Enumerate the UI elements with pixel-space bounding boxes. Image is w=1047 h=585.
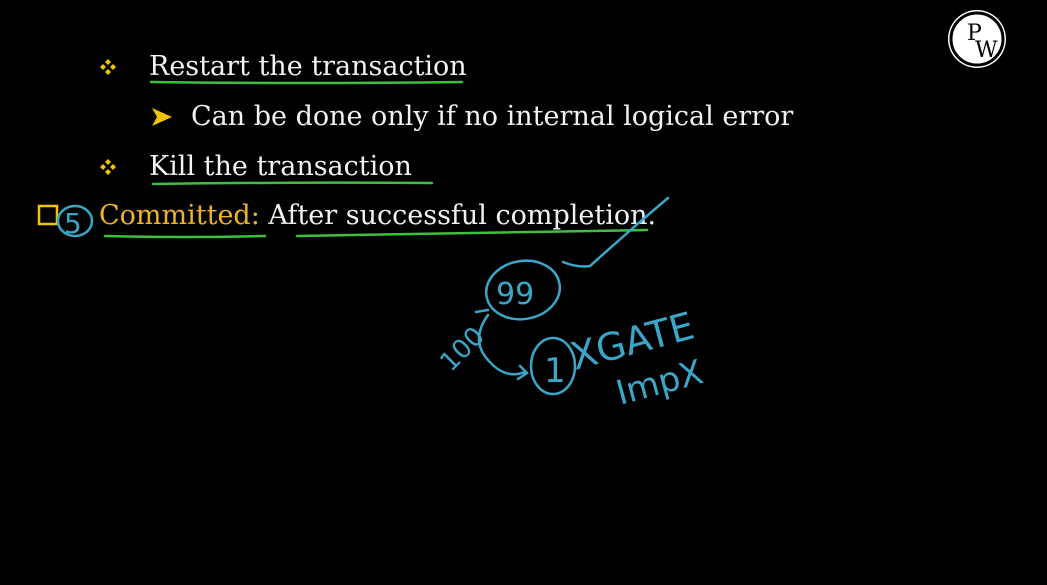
circled-five-mark [56,204,94,238]
ink-note-xgate: XGATE [566,304,699,379]
slide-canvas: Restart the transaction Can be done only… [0,0,1047,585]
circled-five-number: 5 [64,207,82,240]
committed-label: Committed: [99,200,260,231]
ink-annotations: 5 99 100 1 XGATE ImpX [37,80,707,414]
ink-number-100: 100 [434,321,490,377]
item-kill-transaction: Kill the transaction [149,150,412,184]
item-restart-transaction: Restart the transaction [149,50,467,84]
item-logical-error-text: Can be done only if no internal logical … [191,101,794,132]
ink-number-1: 1 [544,351,566,391]
item-logical-error: Can be done only if no internal logical … [191,100,793,134]
ink-note-impx: ImpX [612,352,707,413]
diamond-bullet-icon [100,59,116,75]
arrow-bullet-icon [152,108,172,126]
ink-circle-99 [474,259,577,396]
ink-number-99: 99 [496,277,534,312]
diamond-bullet-icon [100,159,116,175]
pw-logo-icon: P W [948,10,1006,68]
item-restart-text: Restart the transaction [149,51,467,82]
item-kill-text: Kill the transaction [149,151,412,182]
committed-line: Committed: After successful completion. [99,199,656,233]
logo-letter-w: W [975,38,998,63]
committed-text: After successful completion. [259,200,657,231]
square-mark [37,204,59,226]
